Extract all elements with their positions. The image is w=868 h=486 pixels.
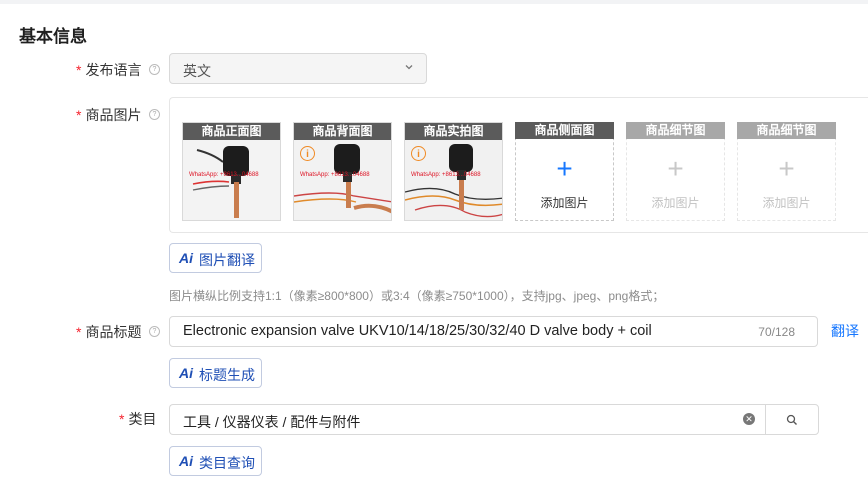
title-generate-label: 标题生成 [199,367,255,383]
help-icon[interactable]: ? [149,326,160,337]
language-label: * 发布语言 [76,60,141,80]
language-select-value: 英文 [183,63,211,79]
ai-icon: Ai [179,250,193,266]
images-label-text: 商品图片 [85,107,142,123]
image-translate-label: 图片翻译 [199,252,255,268]
plus-icon: + [667,153,684,184]
image-slot-title: 商品正面图 [183,123,280,140]
language-select[interactable]: 英文 [169,53,427,84]
watermark-text: WhatsApp: +8613...04688 [189,172,259,178]
char-count: 70/128 [758,325,795,339]
help-icon[interactable]: ? [149,64,160,75]
category-lookup-label: 类目查询 [199,455,255,471]
image-translate-button[interactable]: Ai 图片翻译 [169,243,262,273]
image-slot-title: 商品侧面图 [515,122,614,139]
title-generate-button[interactable]: Ai 标题生成 [169,358,262,388]
image-slot-front[interactable]: 商品正面图 WhatsApp: +8613...04688 [182,122,281,221]
plus-icon: + [556,153,573,184]
image-slot-title: 商品细节图 [626,122,725,139]
image-slot-title: 商品实拍图 [405,123,502,140]
image-slot-back[interactable]: 商品背面图 WhatsApp: +8613...04688 i [293,122,392,221]
image-slot-real[interactable]: 商品实拍图 WhatsApp: +8613...04688 i [404,122,503,221]
plus-icon: + [778,153,795,184]
add-image-label: 添加图片 [540,196,589,210]
title-input-value: Electronic expansion valve UKV10/14/18/2… [183,323,652,339]
search-icon [786,414,797,425]
ai-icon: Ai [179,453,193,469]
required-mark: * [76,62,82,78]
image-slot-detail-2: 商品细节图 + 添加图片 [737,122,836,221]
images-label: * 商品图片 [76,105,141,125]
chevron-down-icon [405,65,413,70]
required-mark: * [76,324,82,340]
category-label-text: 类目 [128,411,157,427]
image-slot-side[interactable]: 商品侧面图 + 添加图片 [515,122,614,221]
language-label-text: 发布语言 [85,62,142,78]
category-search-button[interactable] [765,404,819,435]
image-hint: 图片横纵比例支持1:1（像素≥800*800）或3:4（像素≥750*1000）… [169,289,665,303]
title-label: * 商品标题 [76,322,141,342]
image-slot-title: 商品细节图 [737,122,836,139]
image-slot-title: 商品背面图 [294,123,391,140]
section-title: 基本信息 [19,27,87,46]
product-photo: WhatsApp: +8613...04688 [183,140,280,220]
watermark-text: WhatsApp: +8613...04688 [411,172,481,178]
top-divider [0,0,868,4]
title-label-text: 商品标题 [85,324,142,340]
info-circle-icon[interactable]: i [411,146,426,161]
required-mark: * [119,411,125,427]
info-circle-icon[interactable]: i [300,146,315,161]
translate-link[interactable]: 翻译 [831,321,859,341]
ai-icon: Ai [179,365,193,381]
close-circle-icon[interactable]: ✕ [743,413,755,425]
image-slot-detail-1: 商品细节图 + 添加图片 [626,122,725,221]
category-input-value: 工具 / 仪器仪表 / 配件与附件 [183,414,361,430]
category-lookup-button[interactable]: Ai 类目查询 [169,446,262,476]
help-icon[interactable]: ? [149,109,160,120]
title-input[interactable]: Electronic expansion valve UKV10/14/18/2… [169,316,818,347]
add-image-label: 添加图片 [762,196,811,210]
category-input[interactable]: 工具 / 仪器仪表 / 配件与附件 ✕ [169,404,766,435]
required-mark: * [76,107,82,123]
watermark-text: WhatsApp: +8613...04688 [300,172,370,178]
category-label: * 类目 [119,409,156,429]
add-image-label: 添加图片 [651,196,700,210]
